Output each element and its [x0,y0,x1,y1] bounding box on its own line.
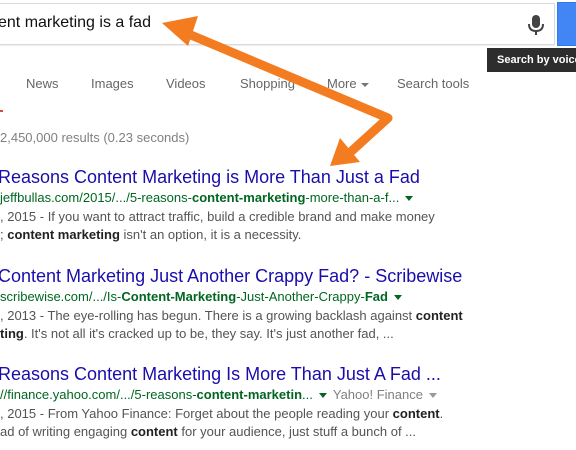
result-title-link[interactable]: Reasons Content Marketing is More Than J… [0,167,420,188]
result-stats: 2,450,000 results (0.23 seconds) [0,130,190,145]
tab-search-tools[interactable]: Search tools [397,76,469,91]
result-url: jeffbullas.com/2015/.../5-reasons-conten… [0,190,414,205]
tab-more[interactable]: More [327,76,369,91]
result-title-link[interactable]: Content Marketing Just Another Crappy Fa… [0,266,462,287]
tab-videos[interactable]: Videos [166,76,206,91]
search-button[interactable] [557,2,576,46]
caret-down-icon[interactable] [428,393,437,399]
result-snippet: , 2013 - The eye-rolling has begun. Ther… [0,308,463,323]
result-snippet: , 2015 - If you want to attract traffic,… [0,209,435,224]
tab-shopping[interactable]: Shopping [240,76,295,91]
result-url: scribewise.com/.../Is-Content-Marketing-… [0,289,402,304]
search-tabs: News Images Videos Shopping More Search … [0,76,576,96]
caret-down-icon[interactable] [393,295,402,301]
result-snippet: ; content marketing isn't an option, it … [0,227,302,242]
caret-down-icon[interactable] [318,393,327,399]
result-title-link[interactable]: Reasons Content Marketing Is More Than J… [0,364,441,385]
caret-down-icon [360,82,369,87]
voice-search-tooltip: Search by voice [487,48,576,72]
result-source: Yahoo! Finance [332,387,423,402]
result-snippet: , 2015 - From Yahoo Finance: Forget abou… [0,406,444,421]
microphone-icon[interactable] [526,14,546,36]
search-box[interactable]: ent marketing is a fad [0,3,555,45]
tab-images[interactable]: Images [91,76,134,91]
caret-down-icon[interactable] [405,196,414,202]
tab-more-label: More [327,76,357,91]
result-snippet: ting. It's not all it's cracked up to be… [0,326,394,341]
tab-news[interactable]: News [26,76,59,91]
search-input[interactable]: ent marketing is a fad [0,14,151,32]
active-tab-indicator [0,110,3,112]
result-url: //finance.yahoo.com/.../5-reasons-conten… [0,387,437,402]
result-snippet: ad of writing engaging content for your … [0,424,416,439]
